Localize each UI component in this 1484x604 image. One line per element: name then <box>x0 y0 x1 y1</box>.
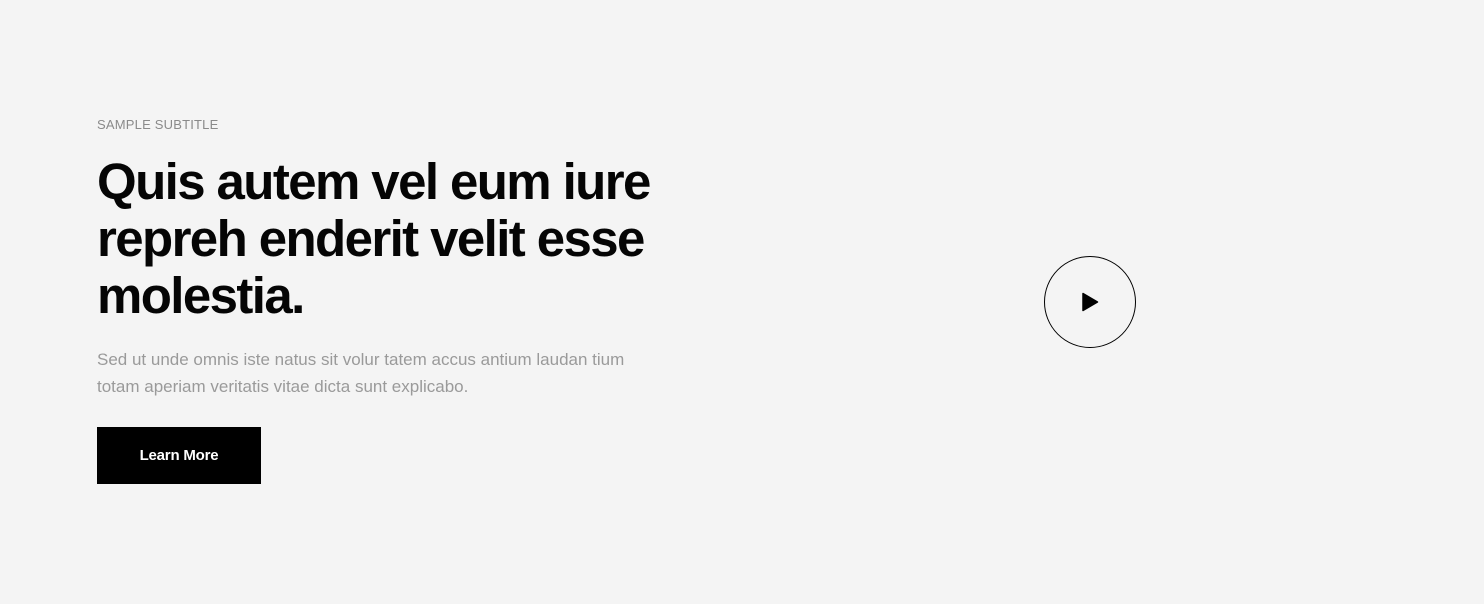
hero-description: Sed ut unde omnis iste natus sit volur t… <box>97 350 625 396</box>
hero-title: Quis autem vel eum iure repreh enderit v… <box>97 153 651 324</box>
hero-section: SAMPLE SUBTITLE Quis autem vel eum iure … <box>0 0 1484 604</box>
hero-subtitle: SAMPLE SUBTITLE <box>97 117 219 132</box>
hero-content: SAMPLE SUBTITLE Quis autem vel eum iure … <box>97 117 677 484</box>
play-video-button[interactable] <box>1044 256 1136 348</box>
play-icon <box>1082 292 1099 312</box>
learn-more-button[interactable]: Learn More <box>97 427 261 484</box>
